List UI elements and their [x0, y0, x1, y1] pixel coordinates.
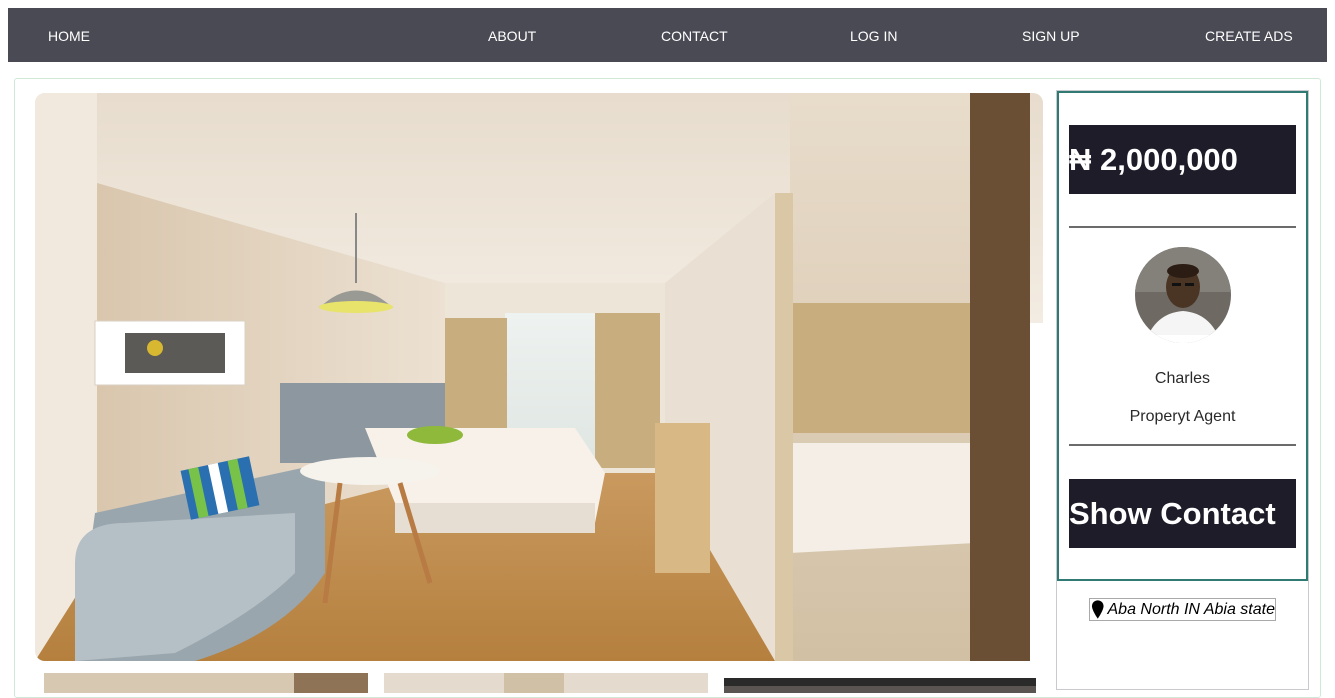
- agent-role: Properyt Agent: [1129, 408, 1236, 425]
- agent-avatar: [1135, 247, 1231, 343]
- listing-location: Aba North IN Abia state: [1089, 598, 1276, 621]
- photo-thumbnail[interactable]: [724, 678, 1036, 698]
- divider: [1069, 444, 1296, 446]
- nav-login-link[interactable]: LOG IN: [850, 8, 897, 64]
- nav-contact-link[interactable]: CONTACT: [661, 8, 728, 64]
- photo-thumbnail[interactable]: [44, 673, 368, 693]
- divider: [1069, 226, 1296, 228]
- photo-thumbnail[interactable]: [384, 673, 708, 693]
- location-text: Aba North IN Abia state: [1107, 601, 1276, 618]
- nav-about-link[interactable]: ABOUT: [488, 8, 536, 64]
- nav-signup-link[interactable]: SIGN UP: [1022, 8, 1080, 64]
- listing-main-photo[interactable]: [35, 93, 1043, 661]
- map-pin-icon: [1091, 600, 1104, 619]
- nav-create-ads-link[interactable]: CREATE ADS: [1205, 8, 1293, 64]
- show-contact-button[interactable]: Show Contact: [1069, 479, 1296, 548]
- nav-home-link[interactable]: HOME: [48, 8, 90, 64]
- agent-name: Charles: [1154, 370, 1211, 387]
- listing-price: ₦ 2,000,000: [1069, 125, 1296, 194]
- top-navbar: HOME ABOUT CONTACT LOG IN SIGN UP CREATE…: [8, 8, 1327, 62]
